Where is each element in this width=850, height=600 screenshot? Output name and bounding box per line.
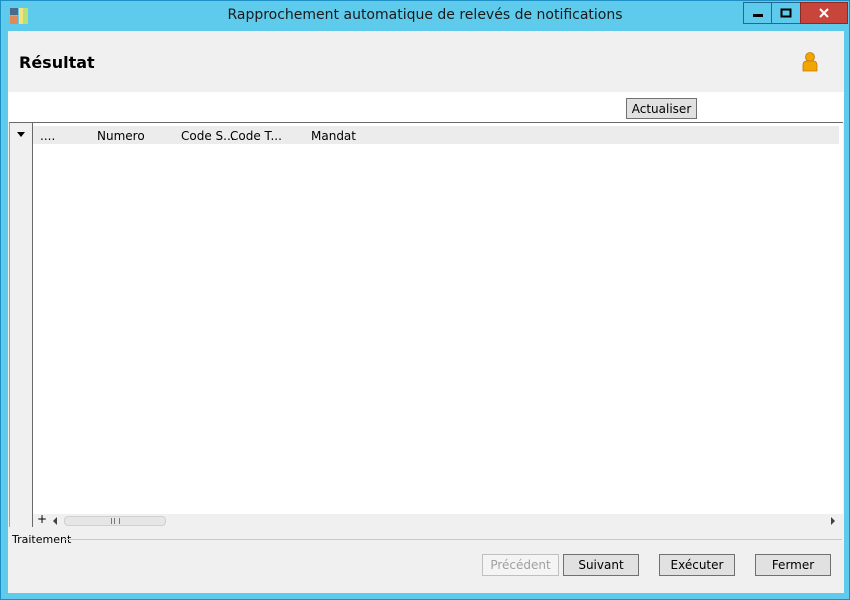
grid-footer: + xyxy=(33,512,843,527)
close-icon xyxy=(819,8,829,18)
refresh-button[interactable]: Actualiser xyxy=(626,98,697,119)
client-area: Résultat Actualiser .... Numero Code S..… xyxy=(8,31,844,593)
column-header-row: .... Numero Code S... Code T... Mandat xyxy=(33,126,839,144)
scroll-right-icon[interactable] xyxy=(831,517,835,525)
next-button[interactable]: Suivant xyxy=(563,554,639,576)
results-grid[interactable]: .... Numero Code S... Code T... Mandat + xyxy=(9,122,843,527)
column-header-code-t[interactable]: Code T... xyxy=(230,129,282,143)
execute-button[interactable]: Exécuter xyxy=(659,554,735,576)
previous-button[interactable]: Précédent xyxy=(482,554,559,576)
close-window-button[interactable] xyxy=(800,2,848,24)
minimize-button[interactable] xyxy=(743,2,773,24)
minimize-icon xyxy=(753,14,763,17)
group-divider xyxy=(64,539,842,540)
column-header-options[interactable]: .... xyxy=(40,129,55,143)
app-window: Rapprochement automatique de relevés de … xyxy=(0,0,850,600)
grid-body xyxy=(33,144,843,514)
column-header-mandat[interactable]: Mandat xyxy=(311,129,356,143)
close-button[interactable]: Fermer xyxy=(755,554,831,576)
user-icon[interactable] xyxy=(800,51,820,73)
horizontal-scrollbar-thumb[interactable] xyxy=(64,516,166,526)
add-row-button[interactable]: + xyxy=(37,512,47,526)
header-panel: Résultat xyxy=(8,31,844,92)
scroll-left-icon[interactable] xyxy=(53,517,57,525)
expand-arrow-icon[interactable] xyxy=(17,132,25,137)
window-title: Rapprochement automatique de relevés de … xyxy=(227,7,623,23)
column-header-code-s[interactable]: Code S... xyxy=(181,129,235,143)
row-header-column xyxy=(10,123,33,527)
maximize-button[interactable] xyxy=(771,2,801,24)
title-bar[interactable]: Rapprochement automatique de relevés de … xyxy=(1,1,849,31)
toolbar: Actualiser xyxy=(8,92,844,122)
page-title: Résultat xyxy=(19,53,95,72)
grip-icon xyxy=(111,518,120,524)
process-group-label: Traitement xyxy=(12,533,72,546)
maximize-icon xyxy=(780,8,792,18)
column-header-numero[interactable]: Numero xyxy=(97,129,145,143)
